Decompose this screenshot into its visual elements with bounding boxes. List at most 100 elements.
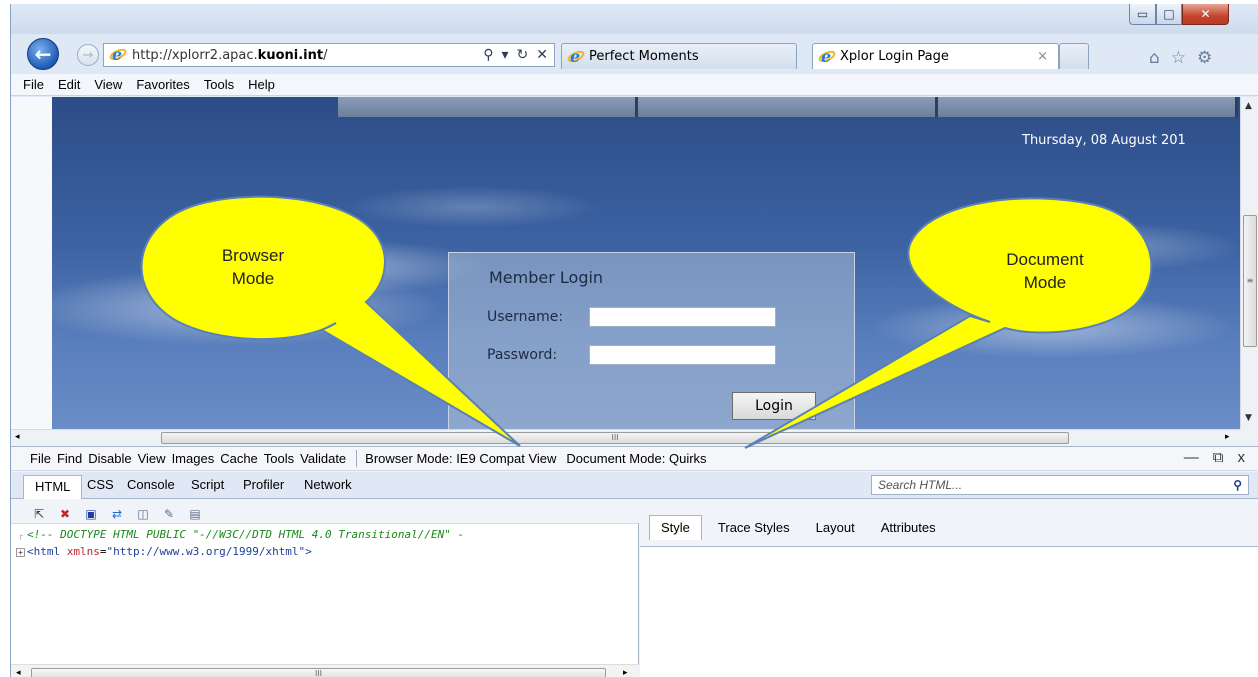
menu-favorites[interactable]: Favorites [136,77,189,92]
maximize-button[interactable]: □ [1156,4,1182,25]
scroll-right-icon[interactable]: ▸ [623,668,628,677]
select-element-icon[interactable]: ⇱ [31,506,47,521]
scroll-left-icon[interactable]: ◂ [16,668,21,677]
ie-page-icon: e [816,47,838,66]
document-mode-callout-text: Document Mode [1006,250,1084,292]
tab-console[interactable]: Console [127,477,175,492]
address-bar[interactable]: e http://xplorr2.apac.kuoni.int/ ⚲ ▾ ↻ ✕ [103,43,555,67]
dt-menu-validate[interactable]: Validate [300,451,346,466]
save-icon[interactable]: ▣ [83,506,99,521]
navigation-bar: ← → e http://xplorr2.apac.kuoni.int/ ⚲ ▾… [11,34,1258,74]
dt-menu-file[interactable]: File [30,451,51,466]
browser-mode-menu[interactable]: Browser Mode: IE9 Compat View [365,451,556,466]
dt-menu-view[interactable]: View [138,451,166,466]
tree-html-node[interactable]: + <html xmlns="http://www.w3.org/1999/xht… [16,545,312,558]
tab-xplor-login-page[interactable]: e Xplor Login Page × [812,43,1059,69]
chevron-down-icon[interactable]: ▾ [502,47,509,63]
nav-block[interactable] [938,97,1238,117]
menu-file[interactable]: File [23,77,44,92]
gear-icon[interactable]: ⚙ [1197,48,1212,68]
close-tab-icon[interactable]: × [1037,49,1048,64]
browser-window: ▭ □ ✕ ← → e http://xplorr2.apac.kuoni.in… [10,4,1258,677]
tree-doctype-node[interactable]: ┌ <!-- DOCTYPE HTML PUBLIC "-//W3C//DTD H… [16,528,464,541]
password-label: Password: [487,347,558,363]
ie-page-icon: e [107,45,129,64]
tree-scroll-thumb[interactable]: III [31,668,606,677]
nav-block[interactable] [638,97,938,117]
clear-icon[interactable]: ✖ [57,506,73,521]
forward-arrow-icon[interactable]: → [77,44,99,66]
tab-profiler[interactable]: Profiler [243,477,284,492]
new-tab-button[interactable] [1059,43,1089,69]
tab-css[interactable]: CSS [87,477,114,492]
tab-perfect-moments[interactable]: e Perfect Moments [561,43,797,69]
word-wrap-icon[interactable]: ◫ [135,506,151,521]
username-field[interactable] [589,307,776,327]
menu-view[interactable]: View [94,77,122,92]
style-pane [640,546,1258,677]
tab-label: Perfect Moments [589,49,699,64]
tab-attributes[interactable]: Attributes [881,520,936,535]
home-icon[interactable]: ⌂ [1149,48,1160,68]
horizontal-scrollbar[interactable]: ◂ III ▸ [11,429,1240,446]
dt-menu-images[interactable]: Images [172,451,215,466]
devtools-minimize-icon[interactable]: — [1184,449,1199,466]
tree-horizontal-scrollbar[interactable]: ◂ III ▸ [11,664,639,677]
tab-layout[interactable]: Layout [816,520,855,535]
scroll-down-icon[interactable]: ▼ [1245,413,1252,423]
minimize-button[interactable]: ▭ [1129,4,1156,25]
close-window-button[interactable]: ✕ [1182,4,1229,25]
dom-view-icon[interactable]: ▤ [187,506,203,521]
dt-menu-find[interactable]: Find [57,451,82,466]
scroll-left-icon[interactable]: ◂ [15,432,20,442]
stop-icon[interactable]: ✕ [536,47,548,63]
vertical-scroll-thumb[interactable]: ≡ [1243,215,1257,347]
search-icon[interactable]: ⚲ [483,47,493,63]
developer-tools-pane: File Find Disable View Images Cache Tool… [11,446,1258,677]
nav-block[interactable] [338,97,638,117]
refresh-icon[interactable]: ⇄ [109,506,125,521]
expand-icon[interactable]: + [16,548,25,557]
favorites-star-icon[interactable]: ☆ [1171,48,1186,68]
search-html-input[interactable]: Search HTML... ⚲ [871,475,1249,495]
tab-html[interactable]: HTML [23,475,83,499]
menu-bar: File Edit View Favorites Tools Help [11,74,1258,96]
dt-menu-disable[interactable]: Disable [88,451,131,466]
address-url[interactable]: http://xplorr2.apac.kuoni.int/ [132,48,483,63]
menu-separator [356,450,358,467]
search-icon[interactable]: ⚲ [1233,478,1242,492]
login-title: Member Login [489,268,604,287]
tab-style[interactable]: Style [649,515,702,540]
tab-script[interactable]: Script [191,477,224,492]
scroll-right-icon[interactable]: ▸ [1225,432,1230,442]
horizontal-scroll-thumb[interactable]: III [161,432,1069,444]
scroll-up-icon[interactable]: ▲ [1245,101,1252,111]
devtools-menu-bar: File Find Disable View Images Cache Tool… [11,447,1258,471]
vertical-scrollbar[interactable]: ▲ ≡ ▼ [1240,97,1258,429]
title-bar: ▭ □ ✕ [11,4,1258,34]
devtools-close-icon[interactable]: x [1238,449,1246,466]
html-tree-pane: ┌ <!-- DOCTYPE HTML PUBLIC "-//W3C//DTD H… [11,523,639,677]
login-button[interactable]: Login [732,392,816,420]
refresh-icon[interactable]: ↻ [517,47,529,63]
scrollbar-corner [1240,429,1258,446]
browser-mode-callout-text: Browser Mode [221,246,285,288]
menu-tools[interactable]: Tools [204,77,234,92]
tab-label: Xplor Login Page [840,49,949,64]
tab-trace-styles[interactable]: Trace Styles [718,520,790,535]
document-mode-menu[interactable]: Document Mode: Quirks [566,451,706,466]
menu-help[interactable]: Help [248,77,275,92]
edit-icon[interactable]: ✎ [161,506,177,521]
dt-menu-tools[interactable]: Tools [264,451,294,466]
dt-menu-cache[interactable]: Cache [220,451,258,466]
devtools-tab-bar: HTML CSS Console Script Profiler Network… [11,472,1258,499]
style-tab-bar: Style Trace Styles Layout Attributes [649,515,962,540]
menu-edit[interactable]: Edit [58,77,80,92]
devtools-toolbar: ⇱ ✖ ▣ ⇄ ◫ ✎ ▤ [31,506,203,521]
password-field[interactable] [589,345,776,365]
back-arrow-icon[interactable]: ← [27,38,59,70]
username-label: Username: [487,309,564,325]
tab-network[interactable]: Network [304,477,352,492]
search-placeholder: Search HTML... [878,478,963,492]
devtools-undock-icon[interactable]: ⧉ [1213,449,1224,466]
